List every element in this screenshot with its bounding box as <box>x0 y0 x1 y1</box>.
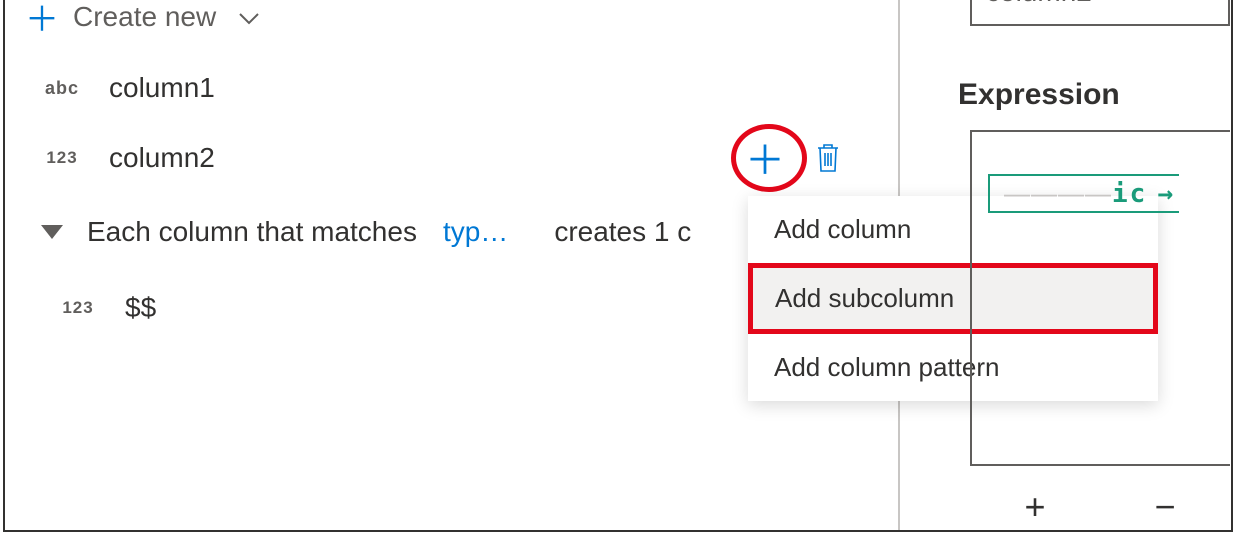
pattern-suffix: creates 1 c <box>554 216 691 248</box>
row-actions: ＋ <box>745 140 843 181</box>
column-name: column2 <box>109 142 215 174</box>
name-input-value: column2 <box>986 0 1092 8</box>
create-new-button[interactable]: ＋ Create new <box>25 0 260 41</box>
pattern-row[interactable]: Each column that matches typ… creates 1 … <box>31 216 691 248</box>
create-new-label: Create new <box>73 1 216 33</box>
column-row[interactable]: abc column1 <box>35 72 215 104</box>
column-name: column1 <box>109 72 215 104</box>
expression-content: ————ic→ <box>988 174 1230 213</box>
subcolumn-row[interactable]: 123 $$ <box>51 292 156 324</box>
triangle-down-icon <box>41 225 63 239</box>
chevron-down-icon <box>238 1 260 33</box>
type-badge-number: 123 <box>35 148 89 168</box>
expression-minus-button[interactable]: − <box>1154 486 1175 528</box>
expression-label: Expression <box>958 78 1120 112</box>
pattern-type-link[interactable]: typ… <box>443 216 508 248</box>
delete-icon[interactable] <box>813 140 843 181</box>
type-badge-text: abc <box>35 78 89 99</box>
expression-token[interactable]: ————ic→ <box>988 174 1179 213</box>
pattern-prefix: Each column that matches <box>87 216 417 248</box>
name-input[interactable]: column2 <box>970 0 1230 26</box>
column-row[interactable]: 123 column2 <box>35 142 215 174</box>
add-icon[interactable]: ＋ <box>745 141 785 181</box>
subcolumn-name: $$ <box>125 292 156 324</box>
expression-editor[interactable]: ————ic→ <box>970 130 1230 466</box>
type-badge-number: 123 <box>51 298 105 318</box>
expression-plus-button[interactable]: + <box>1024 486 1045 528</box>
expression-plus-minus: + − <box>970 486 1230 528</box>
plus-icon: ＋ <box>25 0 59 41</box>
